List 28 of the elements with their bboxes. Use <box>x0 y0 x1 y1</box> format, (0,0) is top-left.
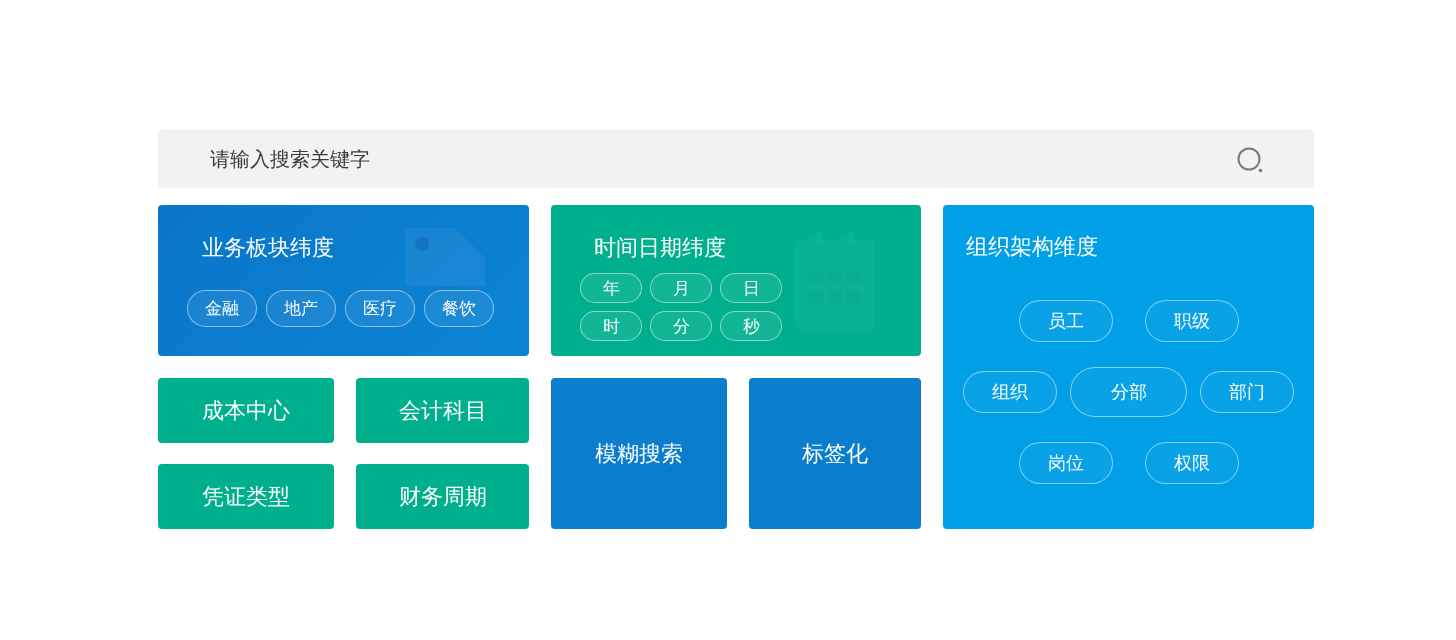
card-title: 时间日期纬度 <box>594 234 726 262</box>
search-field[interactable]: 请输入搜索关键字 <box>158 130 1314 188</box>
category-tile[interactable]: 会计科目 <box>356 378 529 443</box>
tag-chip[interactable]: 医疗 <box>345 290 415 327</box>
tag-chip[interactable]: 餐饮 <box>424 290 494 327</box>
category-tile[interactable]: 凭证类型 <box>158 464 334 529</box>
tag-chip[interactable]: 员工 <box>1018 300 1113 342</box>
card-title: 业务板块纬度 <box>202 234 334 262</box>
tag-chip[interactable]: 组织 <box>963 371 1057 413</box>
tag-chip[interactable]: 日 <box>720 273 782 303</box>
feature-tile[interactable]: 模糊搜索 <box>551 378 727 529</box>
category-tile[interactable]: 财务周期 <box>356 464 529 529</box>
feature-tile[interactable]: 标签化 <box>749 378 921 529</box>
tag-chip[interactable]: 时 <box>580 311 642 341</box>
tag-chip[interactable]: 秒 <box>720 311 782 341</box>
tag-chip[interactable]: 分部 <box>1070 367 1187 417</box>
tag-chip[interactable]: 金融 <box>187 290 257 327</box>
tag-chip[interactable]: 部门 <box>1200 371 1294 413</box>
tag-chip[interactable]: 权限 <box>1144 442 1239 484</box>
card-title: 组织架构维度 <box>966 233 1098 261</box>
tag-chip[interactable]: 岗位 <box>1018 442 1113 484</box>
tag-chip[interactable]: 分 <box>650 311 712 341</box>
tag-chip[interactable]: 月 <box>650 273 712 303</box>
tag-chip[interactable]: 职级 <box>1144 300 1239 342</box>
category-tile[interactable]: 成本中心 <box>158 378 334 443</box>
tag-chip[interactable]: 年 <box>580 273 642 303</box>
tag-chip[interactable]: 地产 <box>266 290 336 327</box>
search-icon[interactable] <box>1237 147 1264 173</box>
